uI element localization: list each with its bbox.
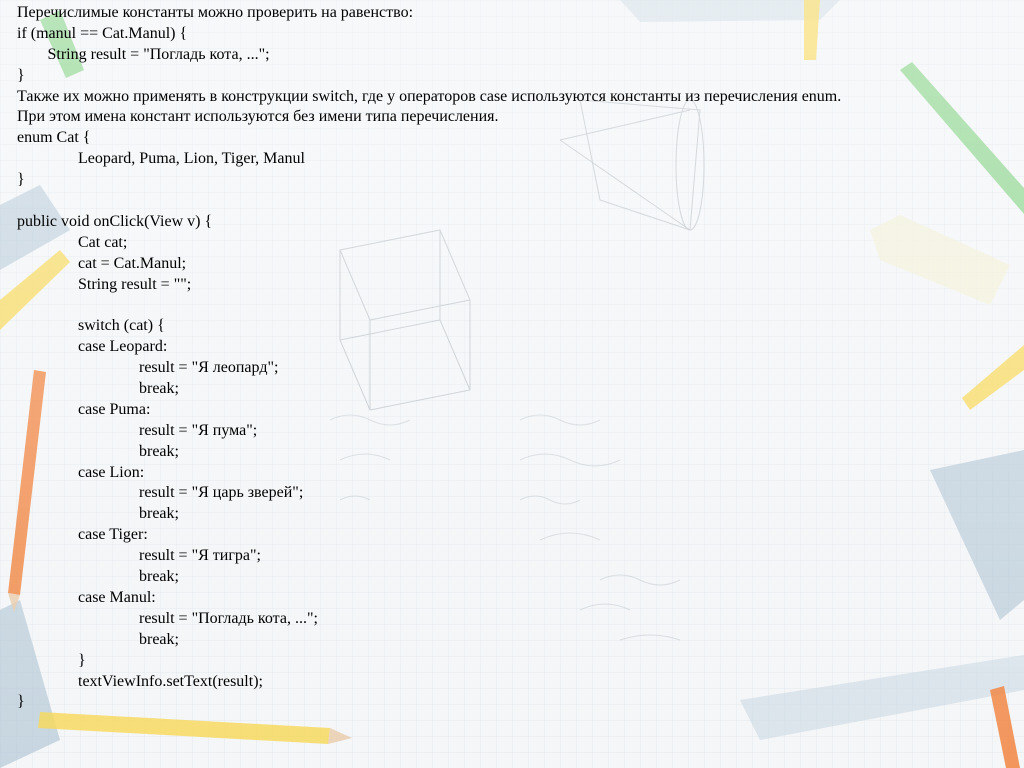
text-line: String result = "Погладь кота, ..."; [47, 45, 270, 63]
text-line: case Leopard: [78, 338, 168, 356]
text-line: result = "Я пума"; [139, 421, 258, 439]
text-line: case Lion: [78, 463, 145, 481]
text-line: break; [139, 505, 179, 523]
text-line: } [78, 651, 86, 669]
text-line: При этом имена констант используются без… [17, 108, 499, 126]
text-line: result = "Погладь кота, ..."; [139, 609, 318, 627]
text-line: break; [139, 630, 179, 648]
text-line: Leopard, Puma, Lion, Tiger, Manul [78, 150, 305, 168]
text-line: if (manul == Cat.Manul) { [17, 24, 188, 42]
text-line: public void onClick(View v) { [17, 212, 213, 230]
text-line: textViewInfo.setText(result); [78, 672, 263, 690]
text-line: break; [139, 568, 179, 586]
text-line: break; [139, 442, 179, 460]
text-line: String result = ""; [78, 275, 192, 293]
text-line: Также их можно применять в конструкции s… [17, 87, 842, 105]
text-line: Перечислимые константы можно проверить н… [17, 4, 414, 21]
text-line: result = "Я тигра"; [139, 547, 261, 565]
text-line: } [17, 171, 25, 189]
text-line: result = "Я леопард"; [139, 359, 279, 377]
text-line: switch (cat) { [78, 317, 165, 335]
text-line: case Manul: [78, 588, 156, 606]
text-line: cat = Cat.Manul; [78, 254, 187, 272]
text-line: case Puma: [78, 400, 151, 418]
text-line: } [17, 693, 25, 711]
text-line: result = "Я царь зверей"; [139, 484, 304, 502]
text-line: Cat cat; [78, 233, 128, 251]
text-line: } [17, 66, 25, 84]
text-line: case Tiger: [78, 526, 148, 544]
slide-text-block: Перечислимые константы можно проверить н… [17, 3, 1017, 713]
text-line: enum Cat { [17, 129, 91, 147]
text-line: break; [139, 380, 179, 398]
